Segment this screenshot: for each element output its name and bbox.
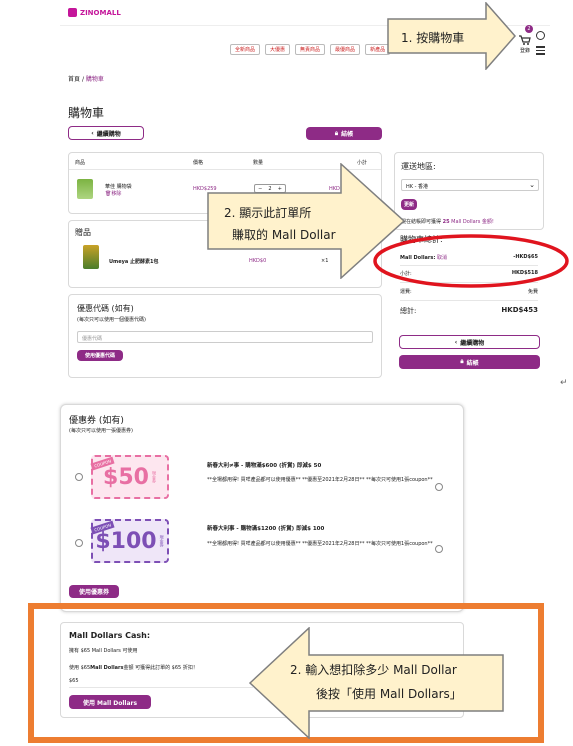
nav-pill-2[interactable]: 無責商品 [295, 44, 326, 55]
voucher-card: 優惠券 (如有) (每次只可以使用一張優惠券) COUPON $50 現金券 新… [60, 404, 464, 612]
page-title: 購物車 [68, 106, 105, 120]
voucher-radio-0[interactable] [75, 473, 83, 481]
earn-suffix: Mall Dollars 金額! [451, 219, 494, 225]
lock-icon: 🔒︎ [334, 129, 339, 137]
checkout-button-side[interactable]: 🔒︎ 結帳 [399, 355, 540, 369]
summary-divider-3 [400, 300, 538, 301]
shipping-card: 運送地區: HK - 香港 ⌄ 更新 現在結帳即可獲得 25 Mall Doll… [394, 152, 544, 230]
mall-cash-use-bold: Mall Dollars [90, 665, 124, 671]
nav-pill-3[interactable]: 最優商品 [330, 44, 361, 55]
use-coupon-code-button[interactable]: 使用優惠代碼 [77, 350, 123, 361]
total-row: 總計: HKD$453 [400, 306, 538, 316]
callout-3-line2: 後按「使用 Mall Dollars」 [316, 687, 462, 701]
mall-cash-input-line [69, 687, 253, 688]
return-mark: ↵ [560, 378, 568, 388]
remove-link[interactable]: 🗑︎移除 [105, 190, 121, 197]
shipping-title: 運送地區: [401, 162, 436, 171]
cart-count-badge: 2 [525, 25, 533, 33]
product-name[interactable]: 華佳 購物袋 [105, 183, 132, 190]
earn-prefix: 現在結帳即可獲得 [401, 219, 442, 225]
mall-cash-amount-input[interactable]: $65 [69, 678, 79, 684]
voucher-check-0[interactable] [435, 483, 443, 491]
checkout-label-side: 結帳 [466, 359, 479, 367]
chevron-left-icon: ‹ [91, 129, 94, 137]
use-mall-dollars-button[interactable]: 使用 Mall Dollars [69, 695, 151, 709]
nav-pill-1[interactable]: 大優惠 [265, 44, 291, 55]
logo-text: ZINOMALL [80, 8, 121, 17]
voucher-check-1[interactable] [435, 545, 443, 553]
voucher-title-0: 新春大利≠事 - 購物滿$600 (折賞) 即減$ 50 [207, 463, 322, 469]
col-header-price: 價格 [193, 160, 204, 166]
gift-name: Umeya 止肥酵素1包 [109, 259, 159, 265]
voucher-image-100: COUPON $100 現金券 [90, 519, 169, 563]
mall-cash-use-prefix: 使用 $65 [69, 665, 91, 671]
gift-title: 贈品 [75, 228, 91, 237]
remove-label: 移除 [111, 191, 122, 197]
voucher-desc-1: **全場都用得! 買咩產品都可以使用優惠** **優惠至2021年2月28日**… [207, 541, 433, 547]
checkout-label-top: 結帳 [341, 131, 354, 138]
callout-arrow-2-shape [207, 163, 406, 279]
logo-mark-icon [68, 8, 77, 17]
checkout-button-top[interactable]: 🔒︎ 結帳 [306, 127, 382, 140]
mall-cash-use-text: 使用 $65Mall Dollars金額 可獲得此訂單的 $65 折扣！ [69, 664, 198, 671]
product-thumbnail[interactable] [77, 179, 93, 199]
earn-notice: 現在結帳即可獲得 25 Mall Dollars 金額! [401, 218, 494, 225]
voucher-side-0: 現金券 [151, 471, 157, 483]
total-label: 總計: [400, 307, 417, 315]
earn-amount: 25 [442, 219, 450, 225]
callout-arrow-3-shape [249, 627, 504, 739]
coupon-code-placeholder: 優惠代碼 [82, 336, 103, 342]
breadcrumb-current: 購物車 [85, 76, 104, 83]
voucher-image-50: COUPON $50 現金券 [90, 455, 169, 499]
voucher-amount-0: $50 [103, 464, 149, 490]
voucher-title: 優惠券 (如有) [69, 416, 124, 426]
mall-cash-title: Mall Dollars Cash: [69, 631, 151, 640]
callout-1-text: 1. 按購物車 [401, 31, 465, 45]
chevron-left-icon: ‹ [454, 338, 458, 346]
login-label[interactable]: 登錄 [520, 47, 530, 54]
voucher-radio-1[interactable] [75, 539, 83, 547]
breadcrumb-sep: / [81, 76, 84, 83]
continue-shopping-label: 繼續購物 [96, 130, 121, 138]
voucher-desc-0: **全場都用得! 買咩產品都可以使用優惠** **優惠至2021年2月28日**… [207, 477, 433, 483]
continue-shopping-button-side[interactable]: ‹ 繼續購物 [399, 335, 540, 349]
nav-pill-0[interactable]: 全新商品 [230, 44, 261, 55]
mall-cash-use-suffix: 金額 可獲得此訂單的 $65 折扣！ [123, 665, 198, 671]
voucher-side-1: 現金券 [159, 535, 165, 547]
voucher-note: (每次只可以使用一張優惠券) [69, 428, 133, 434]
gift-thumbnail [83, 245, 99, 269]
coupon-code-card: 優惠代碼 (如有) (每次只可以使用一個優惠代碼) 優惠代碼 使用優惠代碼 [68, 294, 382, 378]
region-select[interactable]: HK - 香港 ⌄ [401, 179, 539, 191]
use-voucher-button[interactable]: 使用優惠券 [69, 585, 119, 598]
callout-2-line2: 賺取的 Mall Dollar [232, 228, 336, 242]
coupon-code-input[interactable]: 優惠代碼 [77, 331, 373, 343]
voucher-amount-1: $100 [95, 528, 157, 554]
nav-bar: 全新商品 大優惠 無責商品 最優商品 新產品 [230, 44, 391, 55]
col-header-product: 商品 [75, 160, 86, 166]
total-value: HKD$453 [501, 306, 538, 314]
breadcrumb-home[interactable]: 首頁 [68, 76, 80, 83]
chevron-down-icon: ⌄ [529, 181, 535, 189]
user-icon[interactable] [536, 31, 545, 40]
breadcrumb: 首頁 / 購物車 [68, 74, 104, 83]
lock-icon: 🔒︎ [460, 358, 464, 365]
callout-3-line1: 2. 輸入想扣除多少 Mall Dollar [290, 663, 457, 677]
coupon-code-title: 優惠代碼 (如有) [77, 304, 134, 313]
continue-shopping-button[interactable]: ‹ 繼續購物 [68, 126, 144, 140]
coupon-code-note: (每次只可以使用一個優惠代碼) [77, 317, 146, 323]
callout-2-line1: 2. 顯示此訂單所 [224, 206, 312, 220]
region-value: HK - 香港 [406, 184, 429, 190]
mall-cash-have: 擁有 $65 Mall Dollars 可使用 [69, 648, 138, 654]
logo[interactable]: ZINOMALL [68, 8, 121, 17]
continue-shopping-label-side: 繼續購物 [460, 339, 485, 347]
voucher-title-1: 新春大利事 - 購物滿$1200 (折賞) 即減$ 100 [207, 526, 325, 532]
menu-icon[interactable] [536, 46, 545, 55]
